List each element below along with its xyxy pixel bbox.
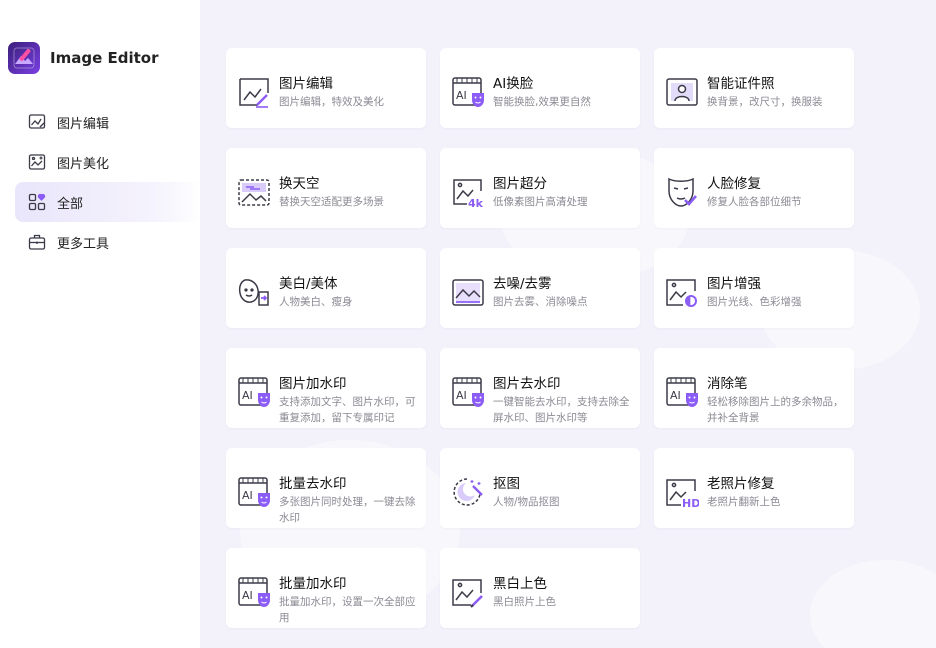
tool-description: 换背景，改尺寸，换服装 — [707, 96, 823, 108]
tool-title: 图片增强 — [707, 276, 761, 292]
tool-title: 抠图 — [493, 476, 520, 492]
tool-title: 图片超分 — [493, 176, 547, 192]
svg-text:AI: AI — [456, 89, 467, 102]
old-photo-hd-icon: HD — [665, 476, 700, 510]
svg-text:4k: 4k — [468, 197, 484, 208]
tool-card-eraser[interactable]: AI 消除笔 轻松移除图片上的多余物品，并补全背景 — [654, 348, 854, 428]
svg-text:AI: AI — [242, 589, 253, 602]
svg-text:AI: AI — [670, 389, 681, 402]
tool-description: 轻松移除图片上的多余物品，并补全背景 — [707, 396, 844, 424]
face-repair-icon — [665, 176, 699, 208]
sidebar-item-more-tools[interactable]: 更多工具 — [15, 222, 200, 262]
tool-title: 批量加水印 — [279, 576, 347, 592]
tool-card-face-repair[interactable]: 人脸修复 修复人脸各部位细节 — [654, 148, 854, 228]
tool-card-colorize[interactable]: 黑白上色 黑白照片上色 — [440, 548, 640, 628]
app-name: Image Editor — [50, 49, 159, 67]
tool-description: 支持添加文字、图片水印，可重复添加，留下专属印记 — [279, 396, 416, 424]
tool-title: AI换脸 — [493, 76, 534, 92]
ai-face-swap-icon: AI — [451, 76, 485, 108]
toolbox-icon — [28, 233, 46, 251]
app-brand: Image Editor — [8, 42, 158, 74]
sidebar-item-label: 更多工具 — [57, 236, 110, 252]
tools-panel: 图片编辑 图片编辑，特效及美化 AI AI换脸 智能换脸,效果更自然 智能证件照… — [200, 0, 936, 648]
sidebar-item-image-edit[interactable]: 图片编辑 — [15, 102, 200, 142]
app-logo-icon — [8, 42, 40, 74]
tool-title: 图片编辑 — [279, 76, 333, 92]
whitening-slimming-icon — [237, 276, 271, 308]
image-edit-icon — [28, 113, 46, 131]
tool-title: 换天空 — [279, 176, 320, 192]
tool-description: 批量加水印，设置一次全部应用 — [279, 596, 416, 624]
id-photo-icon — [665, 76, 699, 108]
svg-text:AI: AI — [242, 489, 253, 502]
sidebar-item-all[interactable]: 全部 — [15, 182, 200, 222]
ai-batch-watermark-remove-icon: AI — [237, 476, 271, 508]
tool-title: 智能证件照 — [707, 76, 775, 92]
tool-card-super-resolution[interactable]: 4k 图片超分 低像素图片高清处理 — [440, 148, 640, 228]
cutout-icon — [451, 476, 485, 508]
tool-description: 人物/物品抠图 — [493, 496, 560, 508]
tool-title: 老照片修复 — [707, 476, 775, 492]
tool-card-denoise-dehaze[interactable]: 去噪/去雾 图片去雾、消除噪点 — [440, 248, 640, 328]
sidebar-item-label: 图片编辑 — [57, 116, 110, 132]
tool-description: 多张图片同时处理，一键去除水印 — [279, 496, 416, 524]
tool-card-cutout[interactable]: 抠图 人物/物品抠图 — [440, 448, 640, 528]
tool-title: 消除笔 — [707, 376, 748, 392]
tool-card-id-photo[interactable]: 智能证件照 换背景，改尺寸，换服装 — [654, 48, 854, 128]
tool-title: 图片加水印 — [279, 376, 347, 392]
tool-description: 图片光线、色彩增强 — [707, 296, 802, 308]
tool-description: 替换天空适配更多场景 — [279, 196, 384, 208]
tool-description: 图片编辑，特效及美化 — [279, 96, 384, 108]
sidebar-item-image-beautify[interactable]: 图片美化 — [15, 142, 200, 182]
denoise-dehaze-icon — [451, 276, 485, 308]
tool-card-batch-remove-watermark[interactable]: AI 批量去水印 多张图片同时处理，一键去除水印 — [226, 448, 426, 528]
tool-description: 低像素图片高清处理 — [493, 196, 588, 208]
tool-description: 图片去雾、消除噪点 — [493, 296, 588, 308]
tool-description: 黑白照片上色 — [493, 596, 556, 608]
tool-card-remove-watermark[interactable]: AI 图片去水印 一键智能去水印，支持去除全屏水印、图片水印等 — [440, 348, 640, 428]
sidebar-item-label: 图片美化 — [57, 156, 110, 172]
all-apps-icon — [28, 193, 46, 211]
ai-eraser-icon: AI — [665, 376, 699, 408]
tool-card-batch-add-watermark[interactable]: AI 批量加水印 批量加水印，设置一次全部应用 — [226, 548, 426, 628]
sidebar: Image Editor 图片编辑 图片美化 全部 更多工具 — [0, 0, 200, 648]
sky-replace-icon — [237, 176, 271, 208]
ai-watermark-add-icon: AI — [237, 376, 271, 408]
super-resolution-4k-icon: 4k — [451, 176, 485, 210]
tool-description: 人物美白、瘦身 — [279, 296, 353, 308]
ai-watermark-remove-icon: AI — [451, 376, 485, 408]
svg-text:HD: HD — [682, 497, 699, 508]
ai-batch-watermark-add-icon: AI — [237, 576, 271, 608]
sidebar-item-label: 全部 — [57, 196, 84, 212]
sidebar-nav: 图片编辑 图片美化 全部 更多工具 — [15, 102, 200, 262]
tool-card-image-edit[interactable]: 图片编辑 图片编辑，特效及美化 — [226, 48, 426, 128]
svg-text:AI: AI — [242, 389, 253, 402]
tool-description: 智能换脸,效果更自然 — [493, 96, 591, 108]
tool-description: 一键智能去水印，支持去除全屏水印、图片水印等 — [493, 396, 630, 424]
tool-title: 去噪/去雾 — [493, 276, 552, 292]
tool-title: 批量去水印 — [279, 476, 347, 492]
tool-title: 人脸修复 — [707, 176, 761, 192]
tool-card-whitening-slimming[interactable]: 美白/美体 人物美白、瘦身 — [226, 248, 426, 328]
tool-description: 老照片翻新上色 — [707, 496, 781, 508]
tools-grid: 图片编辑 图片编辑，特效及美化 AI AI换脸 智能换脸,效果更自然 智能证件照… — [226, 48, 854, 628]
image-edit-icon — [237, 76, 271, 108]
svg-text:AI: AI — [456, 389, 467, 402]
tool-description: 修复人脸各部位细节 — [707, 196, 802, 208]
image-enhance-icon — [665, 276, 699, 308]
tool-card-image-enhance[interactable]: 图片增强 图片光线、色彩增强 — [654, 248, 854, 328]
tool-card-old-photo-repair[interactable]: HD 老照片修复 老照片翻新上色 — [654, 448, 854, 528]
tool-card-ai-face-swap[interactable]: AI AI换脸 智能换脸,效果更自然 — [440, 48, 640, 128]
tool-card-sky-replace[interactable]: 换天空 替换天空适配更多场景 — [226, 148, 426, 228]
tool-card-add-watermark[interactable]: AI 图片加水印 支持添加文字、图片水印，可重复添加，留下专属印记 — [226, 348, 426, 428]
tool-title: 图片去水印 — [493, 376, 561, 392]
tool-title: 美白/美体 — [279, 276, 338, 292]
tool-title: 黑白上色 — [493, 576, 547, 592]
colorize-icon — [451, 576, 485, 608]
image-beautify-icon — [28, 153, 46, 171]
